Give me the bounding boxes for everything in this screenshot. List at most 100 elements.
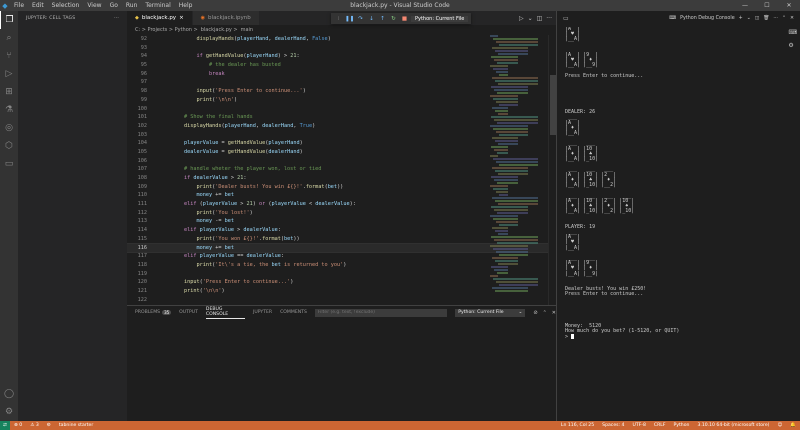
step-out-icon[interactable]: ↑ bbox=[378, 16, 387, 22]
line-number[interactable]: 106 bbox=[127, 157, 147, 166]
maximize-panel-icon[interactable]: ⌃ bbox=[782, 16, 786, 21]
menu-file[interactable]: File bbox=[10, 2, 28, 9]
menu-go[interactable]: Go bbox=[106, 2, 122, 9]
tab-comments[interactable]: COMMENTS bbox=[280, 310, 307, 315]
line-number[interactable]: 103 bbox=[127, 131, 147, 140]
tab-blackjack-ipynb[interactable]: ◉ blackjack.ipynb bbox=[192, 11, 260, 25]
tab-output[interactable]: OUTPUT bbox=[179, 310, 198, 315]
line-number[interactable]: 121 bbox=[127, 287, 147, 296]
menu-view[interactable]: View bbox=[83, 2, 105, 9]
code-line[interactable]: 122 bbox=[127, 296, 556, 305]
menu-run[interactable]: Run bbox=[122, 2, 142, 9]
jupyter-icon[interactable]: ◎ bbox=[0, 119, 18, 137]
debug-console-filter-input[interactable] bbox=[314, 308, 448, 317]
menu-terminal[interactable]: Terminal bbox=[141, 2, 174, 9]
line-number[interactable]: 114 bbox=[127, 226, 147, 235]
debug-indicator-icon[interactable]: ⚙ bbox=[43, 423, 55, 428]
clear-console-icon[interactable]: ⊘ bbox=[533, 310, 537, 316]
run-debug-icon[interactable]: ▷ bbox=[0, 65, 18, 83]
trash-icon[interactable]: 🗑 bbox=[763, 16, 769, 21]
account-icon[interactable]: ◯ bbox=[0, 385, 18, 403]
tab-blackjack-py[interactable]: ◆ blackjack.py × bbox=[127, 11, 193, 25]
line-number[interactable]: 115 bbox=[127, 235, 147, 244]
line-number[interactable]: 95 bbox=[127, 61, 147, 70]
line-number[interactable]: 97 bbox=[127, 78, 147, 87]
terminal-title[interactable]: Python Debug Console bbox=[680, 16, 735, 21]
warnings-indicator[interactable]: ⚠ 3 bbox=[26, 423, 43, 428]
line-number[interactable]: 99 bbox=[127, 96, 147, 105]
extensions-icon[interactable]: ⊞ bbox=[0, 83, 18, 101]
step-over-icon[interactable]: ↷ bbox=[356, 16, 365, 22]
line-number[interactable]: 113 bbox=[127, 217, 147, 226]
line-number[interactable]: 98 bbox=[127, 87, 147, 96]
more-actions-icon[interactable]: ··· bbox=[114, 16, 119, 21]
encoding[interactable]: UTF-8 bbox=[628, 423, 649, 428]
debug-terminal-icon[interactable]: ⚙ bbox=[788, 42, 797, 49]
remote-icon[interactable]: ⬡ bbox=[0, 137, 18, 155]
more-icon[interactable]: ··· bbox=[546, 15, 552, 22]
breadcrumb-path[interactable]: C: > Projects > Python > bbox=[135, 27, 198, 33]
maximize-icon[interactable]: ☐ bbox=[756, 0, 778, 11]
files-icon[interactable]: ❐ bbox=[0, 11, 18, 29]
chevron-down-icon[interactable]: ⌄ bbox=[528, 15, 533, 22]
menu-help[interactable]: Help bbox=[175, 2, 197, 9]
tab-close-icon[interactable]: × bbox=[179, 15, 184, 21]
debug-session-select[interactable]: Python: Current File ⌄ bbox=[455, 308, 526, 317]
drag-handle-icon[interactable]: ⁞ bbox=[334, 16, 343, 22]
step-into-icon[interactable]: ↓ bbox=[367, 16, 376, 22]
search-icon[interactable]: ⌕ bbox=[0, 29, 18, 47]
more-icon[interactable]: ··· bbox=[773, 16, 778, 21]
line-number[interactable]: 100 bbox=[127, 105, 147, 114]
python-terminal-icon[interactable]: ⌨ bbox=[788, 29, 797, 36]
line-number[interactable]: 102 bbox=[127, 122, 147, 131]
tab-jupyter[interactable]: JUPYTER bbox=[253, 310, 272, 315]
debug-config-select[interactable]: Python: Current File bbox=[411, 15, 469, 22]
stop-icon[interactable]: ■ bbox=[400, 16, 409, 22]
line-number[interactable]: 108 bbox=[127, 174, 147, 183]
notifications-bell-icon[interactable]: 🔔 bbox=[786, 423, 800, 428]
run-icon[interactable]: ▷ bbox=[519, 15, 524, 22]
split-terminal-icon[interactable]: ◫ bbox=[755, 16, 760, 21]
tab-problems[interactable]: PROBLEMS 35 bbox=[135, 310, 172, 315]
close-icon[interactable]: ✕ bbox=[778, 0, 800, 11]
add-terminal-icon[interactable]: + bbox=[739, 16, 743, 21]
line-number[interactable]: 112 bbox=[127, 209, 147, 218]
line-number[interactable]: 119 bbox=[127, 270, 147, 279]
menu-edit[interactable]: Edit bbox=[28, 2, 48, 9]
indentation[interactable]: Spaces: 4 bbox=[598, 423, 628, 428]
close-panel-icon[interactable]: ✕ bbox=[790, 16, 794, 21]
remote-indicator-icon[interactable]: ⇄ bbox=[0, 421, 10, 430]
pause-icon[interactable]: ❚❚ bbox=[345, 16, 354, 22]
language-mode[interactable]: Python bbox=[670, 423, 694, 428]
line-number[interactable]: 105 bbox=[127, 148, 147, 157]
line-number[interactable]: 116 bbox=[127, 244, 147, 253]
line-number[interactable]: 93 bbox=[127, 44, 147, 53]
terminal-view-icon[interactable]: ▭ bbox=[0, 155, 18, 173]
line-number[interactable]: 118 bbox=[127, 261, 147, 270]
line-number[interactable]: 101 bbox=[127, 113, 147, 122]
settings-gear-icon[interactable]: ⚙ bbox=[0, 403, 18, 421]
line-number[interactable]: 107 bbox=[127, 165, 147, 174]
editor-scrollbar[interactable] bbox=[548, 35, 556, 305]
tab-debug-console[interactable]: DEBUG CONSOLE bbox=[205, 307, 245, 319]
line-number[interactable]: 94 bbox=[127, 52, 147, 61]
restart-icon[interactable]: ↻ bbox=[389, 16, 398, 22]
line-number[interactable]: 122 bbox=[127, 296, 147, 305]
breadcrumb-symbol[interactable]: main bbox=[241, 27, 254, 33]
line-number[interactable]: 117 bbox=[127, 252, 147, 261]
source-control-icon[interactable]: ⑂ bbox=[0, 47, 18, 65]
line-number[interactable]: 96 bbox=[127, 70, 147, 79]
errors-indicator[interactable]: ⊗ 0 bbox=[10, 423, 26, 428]
line-number[interactable]: 120 bbox=[127, 278, 147, 287]
line-number[interactable]: 92 bbox=[127, 35, 147, 44]
cursor-position[interactable]: Ln 116, Col 25 bbox=[557, 423, 598, 428]
minimap[interactable] bbox=[490, 35, 542, 295]
terminal-output[interactable]: |A | | ♥ | |__A| |A | |9 | | ♥ | | ♦ | |… bbox=[565, 27, 785, 419]
terminal-view-icon[interactable]: ▭ bbox=[563, 15, 569, 22]
line-number[interactable]: 104 bbox=[127, 139, 147, 148]
testing-icon[interactable]: ⚗ bbox=[0, 101, 18, 119]
tabnine-status[interactable]: tabnine starter bbox=[55, 423, 97, 428]
minimize-icon[interactable]: — bbox=[734, 0, 756, 11]
line-number[interactable]: 110 bbox=[127, 191, 147, 200]
menu-selection[interactable]: Selection bbox=[48, 2, 84, 9]
